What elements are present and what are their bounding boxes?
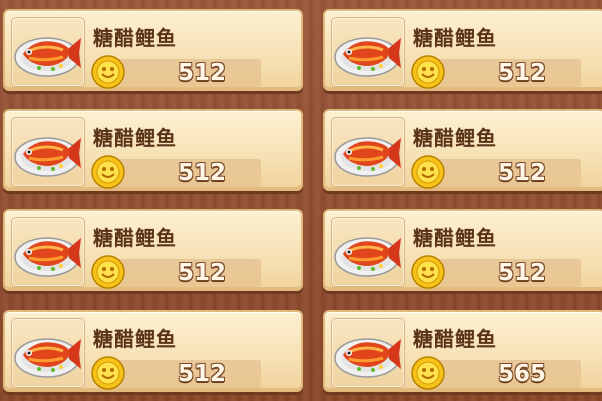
sweet-sour-carp-icon (14, 37, 81, 77)
sweet-sour-carp-icon (334, 338, 401, 378)
shop-item-card[interactable]: 糖醋鲤鱼 512 (3, 209, 303, 291)
sweet-sour-carp-icon (14, 237, 81, 277)
item-name: 糖醋鲤鱼 (93, 126, 177, 150)
sweet-sour-carp-icon (14, 338, 81, 378)
gold-coin-icon (91, 155, 125, 189)
item-name: 糖醋鲤鱼 (93, 327, 177, 351)
item-price: 512 (497, 60, 546, 86)
sweet-sour-carp-icon (334, 237, 401, 277)
shop-item-card[interactable]: 糖醋鲤鱼 512 (3, 310, 303, 392)
item-price: 512 (177, 60, 226, 86)
gold-coin-icon (411, 155, 445, 189)
item-name: 糖醋鲤鱼 (93, 226, 177, 250)
item-price: 512 (177, 361, 226, 387)
sweet-sour-carp-icon (334, 37, 401, 77)
item-icon-frame (11, 318, 85, 388)
gold-coin-icon (411, 55, 445, 89)
gold-coin-icon (91, 356, 125, 390)
shop-item-card[interactable]: 糖醋鲤鱼 512 (323, 209, 602, 291)
item-name: 糖醋鲤鱼 (413, 327, 497, 351)
item-name: 糖醋鲤鱼 (93, 26, 177, 50)
sweet-sour-carp-icon (334, 137, 401, 177)
gold-coin-icon (411, 255, 445, 289)
item-icon-frame (331, 318, 405, 388)
shop-item-card[interactable]: 糖醋鲤鱼 512 (3, 9, 303, 91)
item-name: 糖醋鲤鱼 (413, 226, 497, 250)
item-price: 512 (177, 260, 226, 286)
shop-item-card[interactable]: 糖醋鲤鱼 565 (323, 310, 602, 392)
item-icon-frame (11, 17, 85, 87)
shop-item-grid: 糖醋鲤鱼 512 糖醋鲤鱼 512 糖醋鲤鱼 512 糖醋鲤鱼 512 糖醋鲤鱼… (0, 0, 602, 401)
item-icon-frame (331, 217, 405, 287)
shop-item-card[interactable]: 糖醋鲤鱼 512 (323, 109, 602, 191)
shop-item-card[interactable]: 糖醋鲤鱼 512 (3, 109, 303, 191)
item-price: 512 (497, 260, 546, 286)
item-icon-frame (11, 117, 85, 187)
item-icon-frame (331, 17, 405, 87)
shop-item-card[interactable]: 糖醋鲤鱼 512 (323, 9, 602, 91)
gold-coin-icon (411, 356, 445, 390)
item-name: 糖醋鲤鱼 (413, 126, 497, 150)
item-icon-frame (331, 117, 405, 187)
item-icon-frame (11, 217, 85, 287)
sweet-sour-carp-icon (14, 137, 81, 177)
item-price: 565 (497, 361, 546, 387)
gold-coin-icon (91, 255, 125, 289)
gold-coin-icon (91, 55, 125, 89)
item-price: 512 (177, 160, 226, 186)
item-name: 糖醋鲤鱼 (413, 26, 497, 50)
item-price: 512 (497, 160, 546, 186)
